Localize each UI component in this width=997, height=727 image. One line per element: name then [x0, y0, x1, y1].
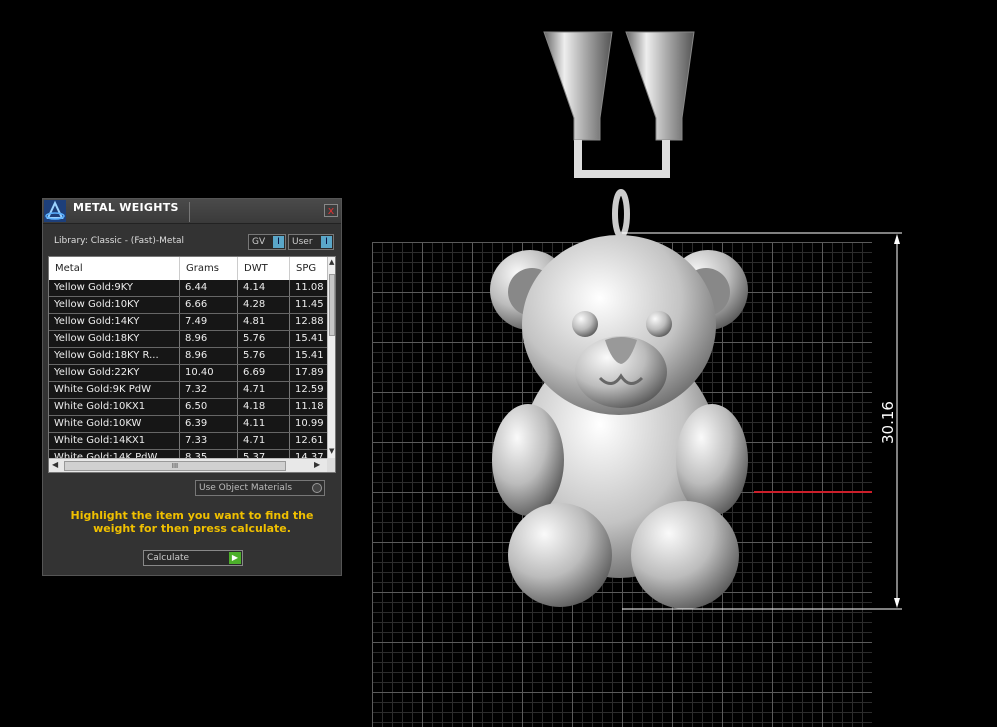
- dwt-cell: 4.18: [238, 399, 290, 415]
- grams-cell: 8.96: [180, 331, 238, 347]
- metal-name-cell: White Gold:10KX1: [49, 399, 180, 415]
- toggle-knob-icon: I: [321, 236, 332, 248]
- metal-name-cell: White Gold:9K PdW: [49, 382, 180, 398]
- library-label: Library: Classic - (Fast)-Metal: [54, 236, 185, 246]
- radio-icon[interactable]: [312, 483, 322, 493]
- grams-cell: 10.40: [180, 365, 238, 381]
- table-row[interactable]: Yellow Gold:18KY 8.96 5.76 15.41: [49, 331, 327, 348]
- dwt-cell: 4.81: [238, 314, 290, 330]
- user-toggle-label: User: [292, 237, 313, 247]
- dwt-cell: 4.71: [238, 382, 290, 398]
- use-object-materials-option[interactable]: Use Object Materials: [195, 480, 325, 496]
- metal-name-cell: Yellow Gold:18KY: [49, 331, 180, 347]
- scroll-up-icon[interactable]: ▲: [329, 258, 334, 266]
- metal-name-cell: Yellow Gold:10KY: [49, 297, 180, 313]
- metal-weights-panel: METAL WEIGHTS x Library: Classic - (Fast…: [42, 198, 342, 576]
- grams-cell: 7.32: [180, 382, 238, 398]
- dwt-cell: 6.69: [238, 365, 290, 381]
- dwt-cell: 5.76: [238, 348, 290, 364]
- calculate-label: Calculate: [147, 553, 190, 563]
- panel-header[interactable]: METAL WEIGHTS x: [43, 199, 341, 224]
- horizontal-scrollbar[interactable]: ◀ III ▶: [49, 458, 327, 472]
- instruction-text: Highlight the item you want to find the …: [70, 509, 314, 535]
- gv-toggle-label: GV: [252, 237, 266, 247]
- table-row[interactable]: Yellow Gold:9KY 6.44 4.14 11.08: [49, 280, 327, 297]
- table-row[interactable]: Yellow Gold:18KY R... 8.96 5.76 15.41: [49, 348, 327, 365]
- table-row[interactable]: Yellow Gold:14KY 7.49 4.81 12.88: [49, 314, 327, 331]
- scroll-right-icon[interactable]: ▶: [314, 460, 320, 469]
- scroll-left-icon[interactable]: ◀: [52, 460, 58, 469]
- gv-toggle[interactable]: GV I: [248, 234, 286, 250]
- dwt-cell: 4.71: [238, 433, 290, 449]
- close-button[interactable]: x: [324, 204, 338, 217]
- vertical-scrollbar[interactable]: ▲ ▼: [327, 257, 335, 458]
- toggle-knob-icon: I: [273, 236, 284, 248]
- teddy-bear: [490, 235, 748, 609]
- grams-cell: 6.66: [180, 297, 238, 313]
- metal-name-cell: Yellow Gold:18KY R...: [49, 348, 180, 364]
- table-row[interactable]: White Gold:9K PdW 7.32 4.71 12.59: [49, 382, 327, 399]
- grams-cell: 7.33: [180, 433, 238, 449]
- column-header-dwt[interactable]: DWT: [238, 257, 290, 280]
- table-row[interactable]: White Gold:10KX1 6.50 4.18 11.18: [49, 399, 327, 416]
- scroll-down-icon[interactable]: ▼: [329, 447, 334, 455]
- metal-name-cell: White Gold:10KW: [49, 416, 180, 432]
- metal-table[interactable]: Metal Grams DWT SPG Yellow Gold:9KY 6.44 4…: [48, 256, 336, 473]
- metal-name-cell: Yellow Gold:9KY: [49, 280, 180, 296]
- dwt-cell: 4.28: [238, 297, 290, 313]
- dwt-cell: 5.76: [238, 331, 290, 347]
- dwt-cell: 4.14: [238, 280, 290, 296]
- dwt-cell: 4.11: [238, 416, 290, 432]
- jump-ring: [612, 189, 630, 239]
- hscroll-thumb[interactable]: III: [64, 461, 286, 471]
- app-logo-icon: [44, 200, 66, 222]
- table-body: Yellow Gold:9KY 6.44 4.14 11.08 Yellow Gold:…: [49, 280, 327, 467]
- column-header-metal[interactable]: Metal: [49, 257, 180, 280]
- grams-cell: 6.39: [180, 416, 238, 432]
- scroll-thumb[interactable]: [329, 274, 335, 336]
- use-object-materials-label: Use Object Materials: [199, 483, 293, 493]
- table-row[interactable]: Yellow Gold:22KY 10.40 6.69 17.89: [49, 365, 327, 382]
- column-header-grams[interactable]: Grams: [180, 257, 238, 280]
- table-row[interactable]: Yellow Gold:10KY 6.66 4.28 11.45: [49, 297, 327, 314]
- panel-title: METAL WEIGHTS: [73, 201, 179, 214]
- metal-name-cell: Yellow Gold:22KY: [49, 365, 180, 381]
- table-row[interactable]: White Gold:10KW 6.39 4.11 10.99: [49, 416, 327, 433]
- grams-cell: 8.96: [180, 348, 238, 364]
- play-arrow-icon: ▶: [229, 552, 241, 564]
- title-tab-divider: [189, 202, 190, 222]
- metal-name-cell: Yellow Gold:14KY: [49, 314, 180, 330]
- dimension-label: 30.16: [879, 401, 897, 444]
- grams-cell: 6.50: [180, 399, 238, 415]
- table-header: Metal Grams DWT SPG: [49, 257, 327, 280]
- table-row[interactable]: White Gold:14KX1 7.33 4.71 12.61: [49, 433, 327, 450]
- bail: [543, 31, 695, 178]
- grams-cell: 7.49: [180, 314, 238, 330]
- user-toggle[interactable]: User I: [288, 234, 334, 250]
- metal-name-cell: White Gold:14KX1: [49, 433, 180, 449]
- grams-cell: 6.44: [180, 280, 238, 296]
- calculate-button[interactable]: Calculate ▶: [143, 550, 243, 566]
